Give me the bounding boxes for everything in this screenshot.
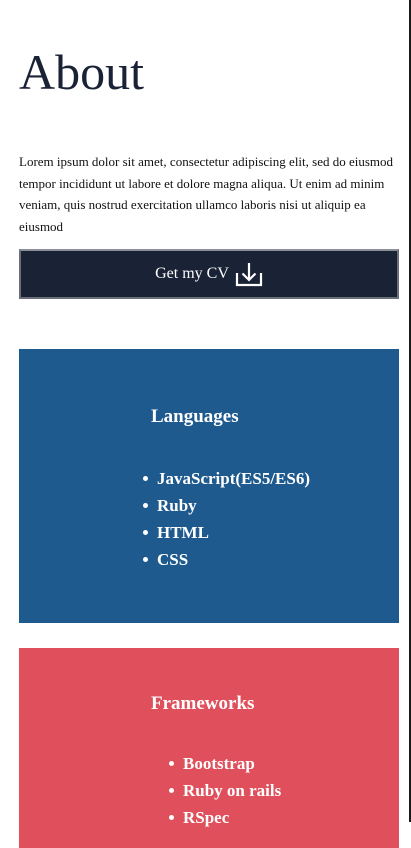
- get-cv-button[interactable]: Get my CV: [19, 249, 399, 299]
- list-item-label: Bootstrap: [183, 754, 255, 773]
- list-item: CSS: [141, 546, 310, 573]
- bullet-icon: [143, 476, 148, 481]
- bullet-icon: [169, 761, 174, 766]
- download-icon: [235, 261, 263, 287]
- frameworks-list: Bootstrap Ruby on rails RSpec: [167, 750, 281, 831]
- get-cv-button-label: Get my CV: [155, 265, 229, 282]
- list-item: JavaScript(ES5/ES6): [141, 465, 310, 492]
- list-item-label: Ruby: [157, 496, 197, 515]
- bullet-icon: [169, 815, 174, 820]
- list-item-label: JavaScript(ES5/ES6): [157, 469, 311, 488]
- bullet-icon: [143, 503, 148, 508]
- list-item: RSpec: [167, 804, 281, 831]
- list-item-label: Ruby on rails: [183, 781, 282, 800]
- frameworks-card: Frameworks Bootstrap Ruby on rails RSpec: [19, 648, 399, 848]
- list-item: Bootstrap: [167, 750, 281, 777]
- bullet-icon: [169, 788, 174, 793]
- languages-list: JavaScript(ES5/ES6) Ruby HTML CSS: [141, 465, 310, 573]
- list-item-label: CSS: [157, 550, 189, 569]
- bullet-icon: [143, 530, 148, 535]
- languages-title: Languages: [151, 406, 239, 427]
- about-intro-text: Lorem ipsum dolor sit amet, consectetur …: [19, 154, 394, 234]
- list-item: Ruby: [141, 492, 310, 519]
- frameworks-title: Frameworks: [151, 693, 255, 714]
- list-item-label: HTML: [157, 523, 209, 542]
- page-title: About: [19, 44, 144, 100]
- languages-card: Languages JavaScript(ES5/ES6) Ruby HTML …: [19, 349, 399, 623]
- list-item: HTML: [141, 519, 310, 546]
- list-item-label: RSpec: [183, 808, 230, 827]
- list-item: Ruby on rails: [167, 777, 281, 804]
- bullet-icon: [143, 557, 148, 562]
